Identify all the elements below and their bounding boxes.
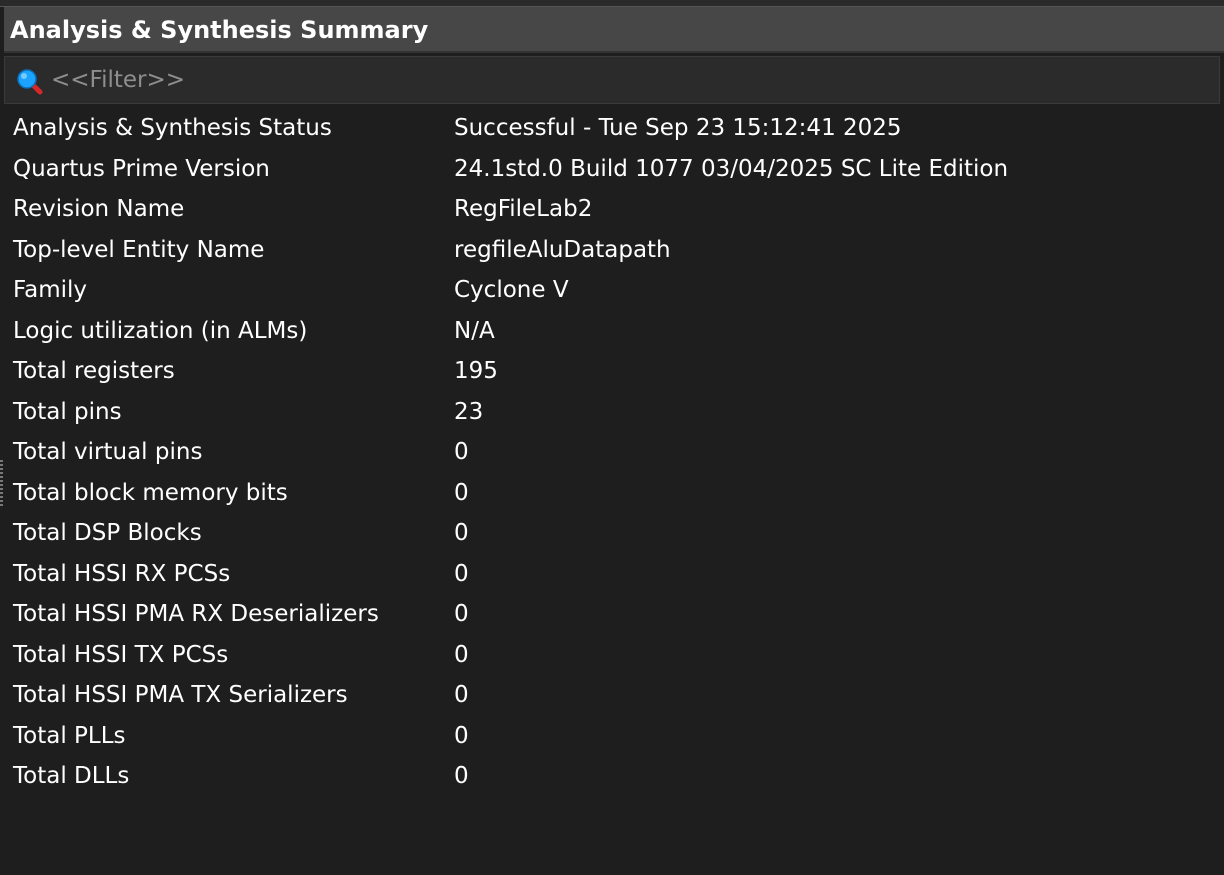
row-value: regfileAluDatapath [454, 236, 671, 263]
row-value: N/A [454, 317, 495, 344]
row-label: Top-level Entity Name [13, 236, 265, 263]
row-value: 0 [454, 682, 469, 708]
row-label: Total HSSI PMA RX Deserializers [13, 601, 379, 627]
table-row[interactable]: Revision Name RegFileLab2 [13, 192, 1213, 233]
row-label: Total HSSI PMA TX Serializers [13, 682, 348, 708]
row-value: 0 [454, 601, 469, 627]
table-row[interactable]: Logic utilization (in ALMs) N/A [13, 314, 1213, 355]
row-value: 0 [454, 722, 469, 749]
top-strip [0, 0, 1224, 7]
summary-table: Analysis & Synthesis Status Successful - … [13, 111, 1213, 800]
search-icon[interactable] [15, 67, 43, 95]
row-value: 0 [454, 439, 469, 465]
row-label: Total DSP Blocks [13, 520, 202, 546]
panel-title-bar: Analysis & Synthesis Summary [4, 7, 1224, 53]
row-label: Revision Name [13, 196, 185, 222]
row-value: 195 [454, 358, 498, 384]
summary-window: Analysis & Synthesis Summary Analysis & … [0, 0, 1224, 875]
table-row[interactable]: Total block memory bits 0 [13, 476, 1213, 517]
row-label: Total HSSI TX PCSs [13, 641, 229, 668]
table-row[interactable]: Total registers 195 [13, 354, 1213, 395]
table-row[interactable]: Quartus Prime Version 24.1std.0 Build 107… [13, 152, 1213, 193]
row-value: 24.1std.0 Build 1077 03/04/2025 SC Lite … [454, 155, 1009, 182]
table-row[interactable]: Total HSSI RX PCSs 0 [13, 557, 1213, 598]
row-value: 0 [454, 520, 469, 546]
row-label: Logic utilization (in ALMs) [13, 317, 308, 344]
row-value: Cyclone V [454, 277, 569, 303]
row-value: Successful - Tue Sep 23 15:12:41 2025 [454, 115, 902, 141]
row-label: Total PLLs [13, 722, 126, 749]
table-row[interactable]: Total HSSI PMA TX Serializers 0 [13, 678, 1213, 719]
row-value: RegFileLab2 [454, 196, 593, 222]
panel-title: Analysis & Synthesis Summary [10, 16, 429, 44]
row-value: 23 [454, 398, 484, 425]
resize-grip[interactable] [0, 460, 3, 508]
table-row[interactable]: Total pins 23 [13, 395, 1213, 436]
row-label: Total HSSI RX PCSs [13, 560, 231, 587]
row-label: Total registers [13, 358, 175, 384]
row-label: Family [13, 277, 88, 303]
row-label: Quartus Prime Version [13, 155, 270, 182]
filter-input[interactable] [51, 63, 1201, 97]
table-row[interactable]: Family Cyclone V [13, 273, 1213, 314]
row-label: Analysis & Synthesis Status [13, 115, 332, 141]
table-row[interactable]: Total PLLs 0 [13, 719, 1213, 760]
row-label: Total virtual pins [13, 439, 203, 465]
row-value: 0 [454, 763, 469, 789]
row-label: Total DLLs [13, 763, 130, 789]
table-row[interactable]: Analysis & Synthesis Status Successful - … [13, 111, 1213, 152]
filter-bar[interactable] [4, 56, 1220, 104]
row-label: Total block memory bits [13, 479, 288, 506]
table-row[interactable]: Total HSSI PMA RX Deserializers 0 [13, 597, 1213, 638]
table-row[interactable]: Total HSSI TX PCSs 0 [13, 638, 1213, 679]
row-value: 0 [454, 641, 469, 668]
row-value: 0 [454, 560, 469, 587]
table-row[interactable]: Total DSP Blocks 0 [13, 516, 1213, 557]
row-value: 0 [454, 479, 469, 506]
row-label: Total pins [13, 398, 122, 425]
table-row[interactable]: Total virtual pins 0 [13, 435, 1213, 476]
table-row[interactable]: Top-level Entity Name regfileAluDatapath [13, 233, 1213, 274]
table-row[interactable]: Total DLLs 0 [13, 759, 1213, 800]
